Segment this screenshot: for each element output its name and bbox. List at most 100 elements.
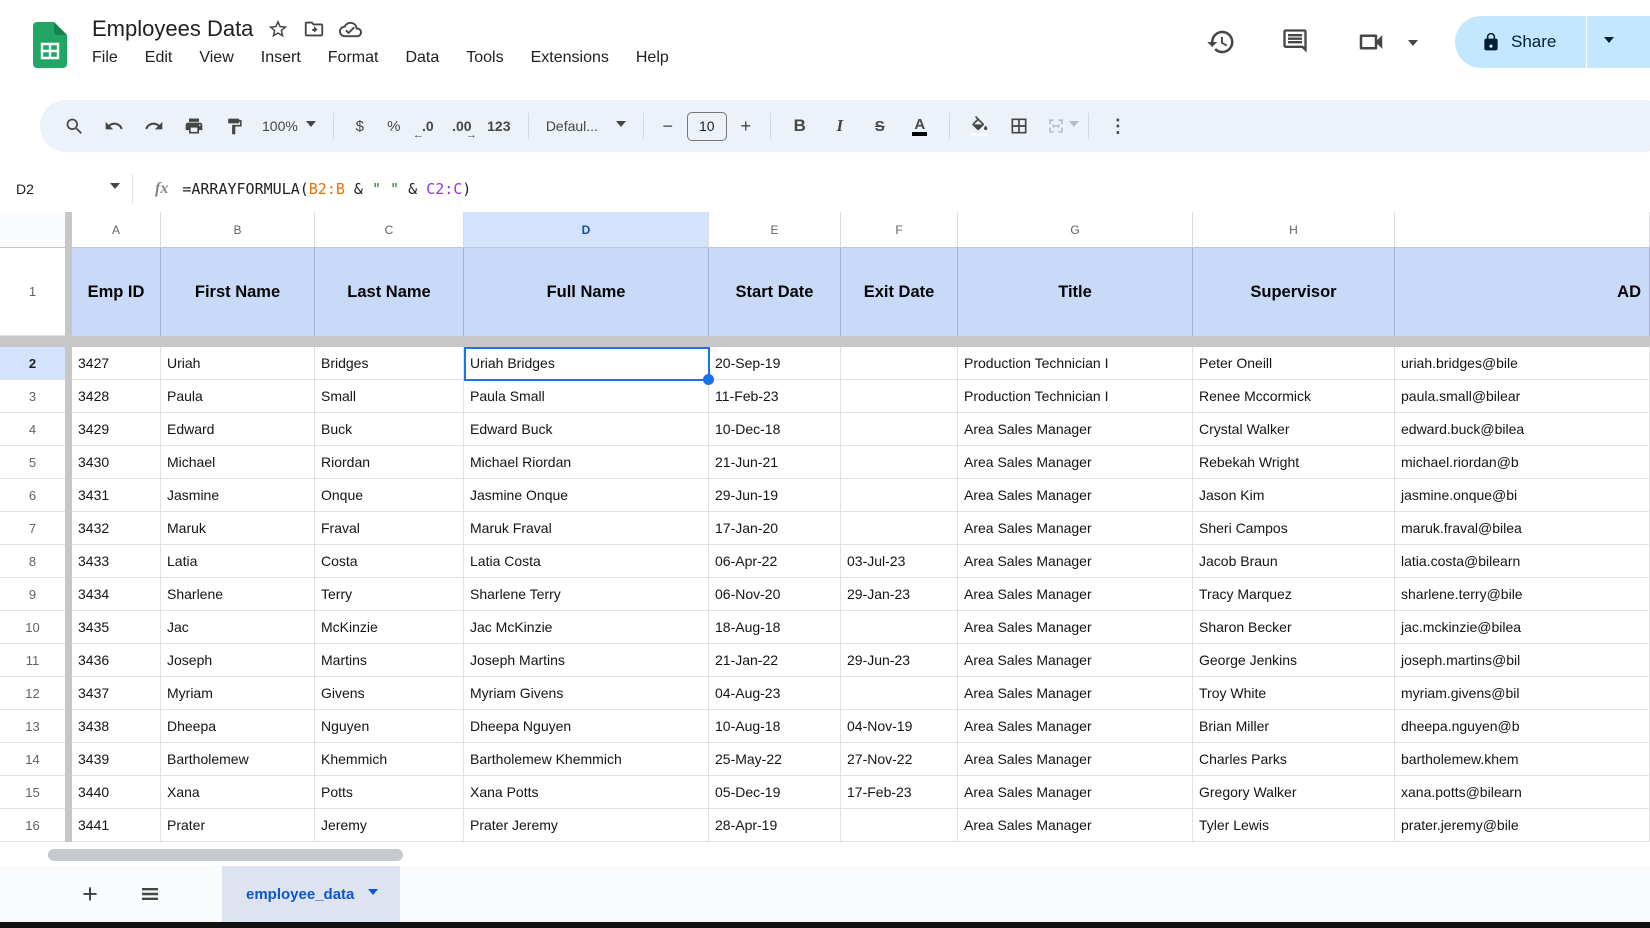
cell-D3[interactable]: Paula Small <box>464 380 709 413</box>
menu-view[interactable]: View <box>199 49 233 67</box>
cell-F14[interactable]: 27-Nov-22 <box>841 743 958 776</box>
cell-C9[interactable]: Terry <box>315 578 464 611</box>
cell-A13[interactable]: 3438 <box>72 710 161 743</box>
italic-button[interactable]: I <box>820 106 860 146</box>
cell-C12[interactable]: Givens <box>315 677 464 710</box>
row-number-2[interactable]: 2 <box>0 347 65 380</box>
cell-B15[interactable]: Xana <box>161 776 315 809</box>
undo-icon[interactable] <box>94 106 134 146</box>
cell-I14[interactable]: bartholemew.khem <box>1395 743 1650 776</box>
cell-G12[interactable]: Area Sales Manager <box>958 677 1193 710</box>
doc-title[interactable]: Employees Data <box>92 16 253 42</box>
column-header-A[interactable]: A <box>72 212 161 247</box>
cell-B11[interactable]: Joseph <box>161 644 315 677</box>
cell-A15[interactable]: 3440 <box>72 776 161 809</box>
horizontal-scrollbar[interactable] <box>0 842 1650 866</box>
cell-G7[interactable]: Area Sales Manager <box>958 512 1193 545</box>
cell-C13[interactable]: Nguyen <box>315 710 464 743</box>
comments-icon[interactable] <box>1281 27 1313 59</box>
text-color-button[interactable]: A <box>900 106 940 146</box>
cell-E9[interactable]: 06-Nov-20 <box>709 578 841 611</box>
zoom-control[interactable]: 100% <box>254 118 324 134</box>
column-header-F[interactable]: F <box>841 212 958 247</box>
cell-I7[interactable]: maruk.fraval@bilea <box>1395 512 1650 545</box>
cell-C6[interactable]: Onque <box>315 479 464 512</box>
strikethrough-button[interactable]: S <box>860 106 900 146</box>
column-header-B[interactable]: B <box>161 212 315 247</box>
cell-C15[interactable]: Potts <box>315 776 464 809</box>
menu-extensions[interactable]: Extensions <box>531 49 609 67</box>
cell-D15[interactable]: Xana Potts <box>464 776 709 809</box>
cell-H11[interactable]: George Jenkins <box>1193 644 1395 677</box>
row-number-7[interactable]: 7 <box>0 512 65 545</box>
sheet-tab-employee-data[interactable]: employee_data <box>222 866 400 922</box>
cell-G11[interactable]: Area Sales Manager <box>958 644 1193 677</box>
cell-D16[interactable]: Prater Jeremy <box>464 809 709 842</box>
merge-cells-icon[interactable] <box>1039 106 1073 146</box>
row-number-4[interactable]: 4 <box>0 413 65 446</box>
move-folder-icon[interactable] <box>303 18 325 40</box>
cell-I13[interactable]: dheepa.nguyen@b <box>1395 710 1650 743</box>
cell-E3[interactable]: 11-Feb-23 <box>709 380 841 413</box>
share-button[interactable]: Share <box>1455 16 1650 68</box>
row-number-15[interactable]: 15 <box>0 776 65 809</box>
cell-H13[interactable]: Brian Miller <box>1193 710 1395 743</box>
cell-A14[interactable]: 3439 <box>72 743 161 776</box>
menu-format[interactable]: Format <box>328 49 379 67</box>
cell-B5[interactable]: Michael <box>161 446 315 479</box>
bold-button[interactable]: B <box>780 106 820 146</box>
meet-dropdown-caret[interactable] <box>1408 40 1418 51</box>
cell-F4[interactable] <box>841 413 958 446</box>
row-number-8[interactable]: 8 <box>0 545 65 578</box>
cell-E15[interactable]: 05-Dec-19 <box>709 776 841 809</box>
font-size-input[interactable]: 10 <box>687 112 727 141</box>
cell-I15[interactable]: xana.potts@bilearn <box>1395 776 1650 809</box>
cell-A3[interactable]: 3428 <box>72 380 161 413</box>
cell-G3[interactable]: Production Technician I <box>958 380 1193 413</box>
cell-C16[interactable]: Jeremy <box>315 809 464 842</box>
name-box[interactable]: D2 <box>0 181 132 197</box>
cell-G6[interactable]: Area Sales Manager <box>958 479 1193 512</box>
cell-H4[interactable]: Crystal Walker <box>1193 413 1395 446</box>
decrease-decimal-icon[interactable]: .0← <box>411 106 445 146</box>
meet-video-icon[interactable] <box>1356 27 1388 59</box>
horizontal-scrollbar-thumb[interactable] <box>48 849 403 861</box>
column-header-G[interactable]: G <box>958 212 1193 247</box>
cell-D11[interactable]: Joseph Martins <box>464 644 709 677</box>
cell-H10[interactable]: Sharon Becker <box>1193 611 1395 644</box>
cell-E7[interactable]: 17-Jan-20 <box>709 512 841 545</box>
cell-I16[interactable]: prater.jeremy@bile <box>1395 809 1650 842</box>
cell-A10[interactable]: 3435 <box>72 611 161 644</box>
cell-F3[interactable] <box>841 380 958 413</box>
cell-G15[interactable]: Area Sales Manager <box>958 776 1193 809</box>
cell-B3[interactable]: Paula <box>161 380 315 413</box>
cell-D10[interactable]: Jac McKinzie <box>464 611 709 644</box>
header-cell-G1[interactable]: Title <box>958 248 1193 336</box>
cell-B12[interactable]: Myriam <box>161 677 315 710</box>
cell-E16[interactable]: 28-Apr-19 <box>709 809 841 842</box>
cell-F7[interactable] <box>841 512 958 545</box>
cell-G4[interactable]: Area Sales Manager <box>958 413 1193 446</box>
row-number-11[interactable]: 11 <box>0 644 65 677</box>
decrease-font-size-button[interactable]: − <box>653 106 683 146</box>
menu-edit[interactable]: Edit <box>145 49 173 67</box>
cell-C8[interactable]: Costa <box>315 545 464 578</box>
header-cell-I1[interactable]: AD <box>1395 248 1650 336</box>
cell-H2[interactable]: Peter Oneill <box>1193 347 1395 380</box>
cell-E2[interactable]: 20-Sep-19 <box>709 347 841 380</box>
cell-C10[interactable]: McKinzie <box>315 611 464 644</box>
cell-A16[interactable]: 3441 <box>72 809 161 842</box>
cell-C7[interactable]: Fraval <box>315 512 464 545</box>
header-cell-A1[interactable]: Emp ID <box>72 248 161 336</box>
cell-D5[interactable]: Michael Riordan <box>464 446 709 479</box>
cell-D2[interactable]: Uriah Bridges <box>464 347 709 380</box>
cell-F15[interactable]: 17-Feb-23 <box>841 776 958 809</box>
formula-input[interactable]: =ARRAYFORMULA(B2:B & " " & C2:C) <box>182 180 471 198</box>
cell-I5[interactable]: michael.riordan@b <box>1395 446 1650 479</box>
cell-G5[interactable]: Area Sales Manager <box>958 446 1193 479</box>
header-cell-C1[interactable]: Last Name <box>315 248 464 336</box>
row-number-3[interactable]: 3 <box>0 380 65 413</box>
cell-F11[interactable]: 29-Jun-23 <box>841 644 958 677</box>
sheets-logo-icon[interactable] <box>33 22 67 68</box>
add-sheet-button[interactable]: + <box>70 874 110 914</box>
